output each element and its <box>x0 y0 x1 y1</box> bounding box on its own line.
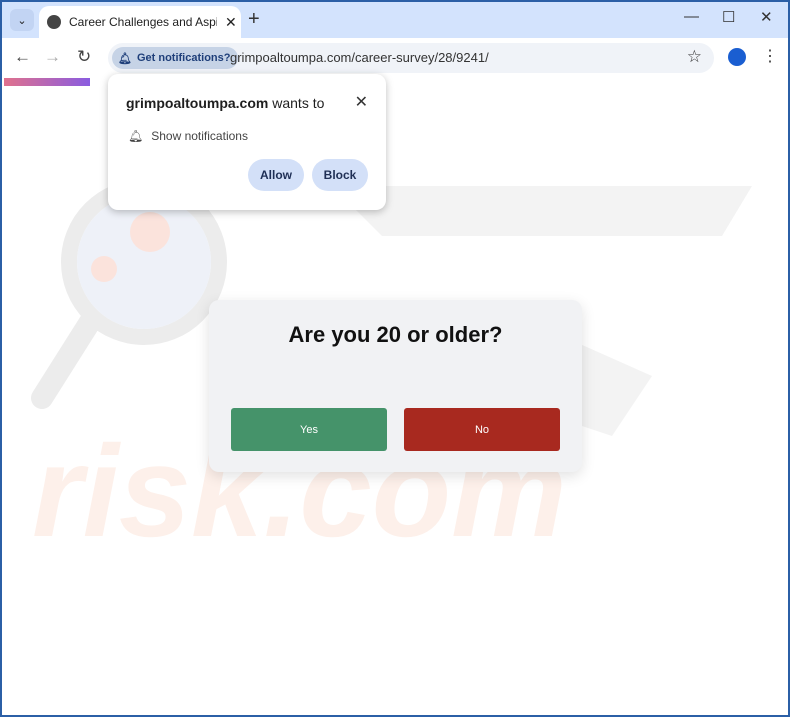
close-tab-icon[interactable]: ✕ <box>225 14 237 31</box>
permission-label: Show notifications <box>151 129 248 143</box>
active-tab[interactable]: Career Challenges and Aspirations ✕ <box>39 6 241 38</box>
maximize-button[interactable]: ☐ <box>722 8 735 26</box>
age-question: Are you 20 or older? <box>288 322 503 347</box>
forward-button[interactable]: → <box>44 47 61 67</box>
popup-close-icon[interactable]: ✕ <box>355 92 368 112</box>
address-bar[interactable]: 🔔︎ Get notifications? grimpoaltoumpa.com/… <box>108 43 714 73</box>
bell-icon: 🔔︎ <box>128 129 144 143</box>
url-text[interactable]: grimpoaltoumpa.com/career-survey/28/9241… <box>230 50 489 65</box>
tab-strip: ⌄ Career Challenges and Aspirations ✕ + … <box>2 2 788 38</box>
notification-chip-label: Get notifications? <box>136 52 231 64</box>
allow-button[interactable]: Allow <box>248 159 304 191</box>
browser-window: ⌄ Career Challenges and Aspirations ✕ + … <box>2 2 788 715</box>
notification-chip[interactable]: 🔔︎ Get notifications? <box>112 47 239 69</box>
globe-icon <box>47 15 61 29</box>
yes-button[interactable]: Yes <box>231 408 387 451</box>
minimize-button[interactable]: — <box>684 8 699 25</box>
popup-site: grimpoaltoumpa.com <box>126 95 269 111</box>
toolbar: ← → ↻ 🔔︎ Get notifications? grimpoaltoump… <box>2 38 788 76</box>
close-window-button[interactable]: ✕ <box>760 8 773 26</box>
no-button[interactable]: No <box>404 408 560 451</box>
new-tab-button[interactable]: + <box>248 8 260 31</box>
block-button[interactable]: Block <box>312 159 368 191</box>
notification-permission-popup: grimpoaltoumpa.com wants to ✕ 🔔︎ Show not… <box>108 74 386 210</box>
menu-kebab-icon[interactable]: ⋮ <box>762 46 778 66</box>
popup-wants-to: wants to <box>268 95 325 111</box>
profile-avatar[interactable] <box>728 48 746 66</box>
back-button[interactable]: ← <box>14 47 31 67</box>
reload-button[interactable]: ↻ <box>77 47 91 67</box>
tab-title: Career Challenges and Aspirations <box>69 15 217 29</box>
bookmark-star-icon[interactable]: ☆ <box>687 47 702 67</box>
tab-search-button[interactable]: ⌄ <box>10 9 34 31</box>
bell-icon: 🔔︎ <box>118 52 132 65</box>
age-dialog: Are you 20 or older? Yes No <box>209 300 582 472</box>
